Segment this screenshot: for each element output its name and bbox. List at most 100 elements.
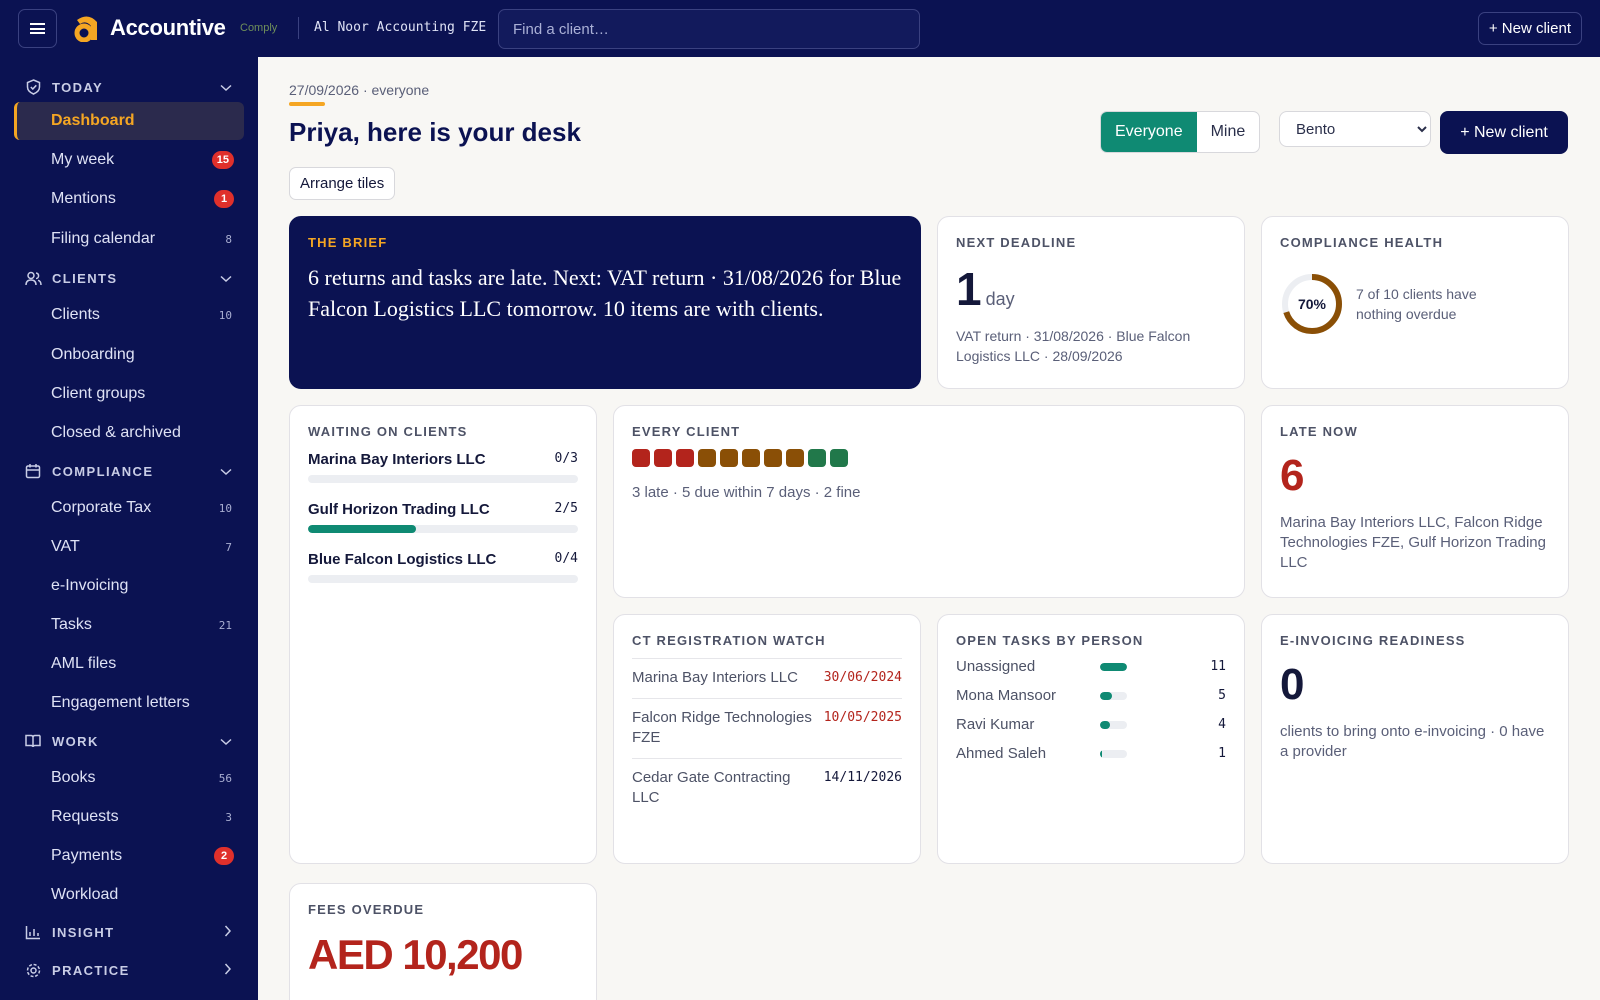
person-name: Ravi Kumar <box>956 716 1035 733</box>
sidebar-item-engagement-letters[interactable]: Engagement letters <box>14 684 244 722</box>
section-clients[interactable]: CLIENTS <box>24 268 238 288</box>
task-count: 5 <box>1218 688 1226 703</box>
task-person-row[interactable]: Ahmed Saleh 1 <box>956 739 1226 768</box>
sidebar-item-corporate-tax[interactable]: Corporate Tax 10 <box>14 489 244 527</box>
request-ratio: 2/5 <box>554 501 578 516</box>
sidebar-item-books[interactable]: Books 56 <box>14 759 244 797</box>
sidebar-item-payments[interactable]: Payments 2 <box>14 837 244 875</box>
client-status-dot-fine[interactable] <box>808 449 826 467</box>
late-clients: Marina Bay Interiors LLC, Falcon Ridge T… <box>1280 514 1546 571</box>
sidebar-item-label: Payments <box>51 847 123 864</box>
hamburger-icon <box>30 23 45 34</box>
arrange-tiles-button[interactable]: Arrange tiles <box>289 167 396 200</box>
sidebar-item-dashboard[interactable]: Dashboard <box>14 102 244 140</box>
shield-icon <box>24 78 42 96</box>
sidebar-item-aml-files[interactable]: AML files <box>14 645 244 683</box>
client-status-dot-due[interactable] <box>698 449 716 467</box>
client-name: Marina Bay Interiors LLC <box>632 669 798 686</box>
compliance-health-tile[interactable]: COMPLIANCE HEALTH 70% 7 of 10 clients ha… <box>1261 216 1569 389</box>
sidebar-item-mentions[interactable]: Mentions 1 <box>14 180 244 218</box>
sidebar-item-my-week[interactable]: My week 15 <box>14 141 244 179</box>
waiting-on-clients-tile: WAITING ON CLIENTS Marina Bay Interiors … <box>289 405 597 864</box>
sidebar-item-requests[interactable]: Requests 3 <box>14 798 244 836</box>
client-name: Gulf Horizon Trading LLC <box>308 501 490 518</box>
new-client-button[interactable]: + New client <box>1440 111 1568 154</box>
sidebar-item-tasks[interactable]: Tasks 21 <box>14 606 244 644</box>
scope-mine-button[interactable]: Mine <box>1197 112 1260 152</box>
menu-button[interactable] <box>18 9 57 48</box>
sidebar-item-label: AML files <box>51 655 117 672</box>
sidebar-item-label: Books <box>51 769 96 786</box>
section-compliance[interactable]: COMPLIANCE <box>24 461 238 481</box>
item-count: 10 <box>218 501 232 515</box>
top-new-client-button[interactable]: + New client <box>1477 12 1582 45</box>
sidebar-item-onboarding[interactable]: Onboarding <box>14 336 244 374</box>
sidebar-item-client-groups[interactable]: Client groups <box>14 375 244 413</box>
sidebar-item-label: Clients <box>51 306 100 323</box>
section-practice[interactable]: PRACTICE <box>24 960 238 980</box>
client-status-dot-due[interactable] <box>742 449 760 467</box>
section-label: WORK <box>52 733 99 749</box>
section-work[interactable]: WORK <box>24 731 238 751</box>
task-person-row[interactable]: Mona Mansoor 5 <box>956 681 1226 710</box>
e-invoicing-readiness-tile[interactable]: E-INVOICING READINESS 0 clients to bring… <box>1261 614 1569 864</box>
sidebar-item-filing-calendar[interactable]: Filing calendar 8 <box>14 220 244 258</box>
client-name: Marina Bay Interiors LLC <box>308 451 486 468</box>
sidebar-item-workload[interactable]: Workload <box>14 876 244 914</box>
client-status-dot-late[interactable] <box>676 449 694 467</box>
tile-heading: THE BRIEF <box>308 235 388 250</box>
sidebar-item-e-invoicing[interactable]: e-Invoicing <box>14 567 244 605</box>
item-count: 56 <box>218 771 232 785</box>
sidebar-item-label: Workload <box>51 886 119 903</box>
section-insight[interactable]: INSIGHT <box>24 922 238 942</box>
sidebar-item-vat[interactable]: VAT 7 <box>14 528 244 566</box>
next-deadline-tile[interactable]: NEXT DEADLINE 1 day VAT return · 31/08/2… <box>937 216 1245 389</box>
health-detail: 7 of 10 clients have nothing overdue <box>1356 286 1477 322</box>
tile-heading: E-INVOICING READINESS <box>1280 633 1466 648</box>
count-badge: 2 <box>214 847 234 865</box>
ct-registration-watch-tile: CT REGISTRATION WATCH Marina Bay Interio… <box>613 614 921 864</box>
waiting-row[interactable]: Gulf Horizon Trading LLC 2/5 <box>308 501 578 533</box>
calendar-icon <box>24 462 42 480</box>
fees-overdue-amount: AED 10,200 <box>308 931 523 978</box>
person-name: Unassigned <box>956 658 1036 675</box>
sidebar-item-label: Requests <box>51 808 119 825</box>
client-search-input[interactable] <box>498 9 920 49</box>
users-icon <box>24 269 42 287</box>
task-bar-fill <box>1100 720 1110 729</box>
section-label: PRACTICE <box>52 962 130 978</box>
einvoicing-detail: clients to bring onto e-invoicing · 0 ha… <box>1280 723 1545 760</box>
einvoicing-count: 0 <box>1280 660 1305 709</box>
chart-icon <box>24 923 42 941</box>
scope-everyone-button[interactable]: Everyone <box>1101 112 1197 152</box>
tile-heading: CT REGISTRATION WATCH <box>632 633 826 648</box>
task-person-row[interactable]: Ravi Kumar 4 <box>956 710 1226 739</box>
task-person-row[interactable]: Unassigned 11 <box>956 652 1226 681</box>
sidebar-item-clients[interactable]: Clients 10 <box>14 296 244 334</box>
client-status-dot-fine[interactable] <box>830 449 848 467</box>
section-today[interactable]: TODAY <box>24 77 238 97</box>
section-label: INSIGHT <box>52 924 115 940</box>
client-name: Falcon Ridge Technologies FZE <box>632 709 812 746</box>
sidebar-item-closed-archived[interactable]: Closed & archived <box>14 414 244 452</box>
waiting-row[interactable]: Marina Bay Interiors LLC 0/3 <box>308 451 578 483</box>
client-status-dot-late[interactable] <box>654 449 672 467</box>
late-now-tile[interactable]: LATE NOW 6 Marina Bay Interiors LLC, Fal… <box>1261 405 1569 598</box>
client-status-dot-due[interactable] <box>764 449 782 467</box>
ct-row[interactable]: Falcon Ridge Technologies FZE 10/05/2025 <box>632 698 902 758</box>
ct-row[interactable]: Cedar Gate Contracting LLC 14/11/2026 <box>632 758 902 818</box>
item-count: 10 <box>218 308 232 322</box>
tile-heading: LATE NOW <box>1280 424 1358 439</box>
date-line: 27/09/2026 · everyone <box>289 82 430 98</box>
ct-date: 10/05/2025 <box>823 710 902 725</box>
client-status-dot-due[interactable] <box>720 449 738 467</box>
view-layout-select[interactable]: Bento <box>1279 111 1431 147</box>
progress-track <box>308 475 578 483</box>
ct-row[interactable]: Marina Bay Interiors LLC 30/06/2024 <box>632 658 902 698</box>
waiting-row[interactable]: Blue Falcon Logistics LLC 0/4 <box>308 551 578 583</box>
fees-overdue-tile[interactable]: FEES OVERDUE AED 10,200 <box>289 883 597 1000</box>
client-status-dot-due[interactable] <box>786 449 804 467</box>
client-status-dot-late[interactable] <box>632 449 650 467</box>
chevron-down-icon <box>220 271 232 286</box>
client-name: Cedar Gate Contracting LLC <box>632 769 791 806</box>
